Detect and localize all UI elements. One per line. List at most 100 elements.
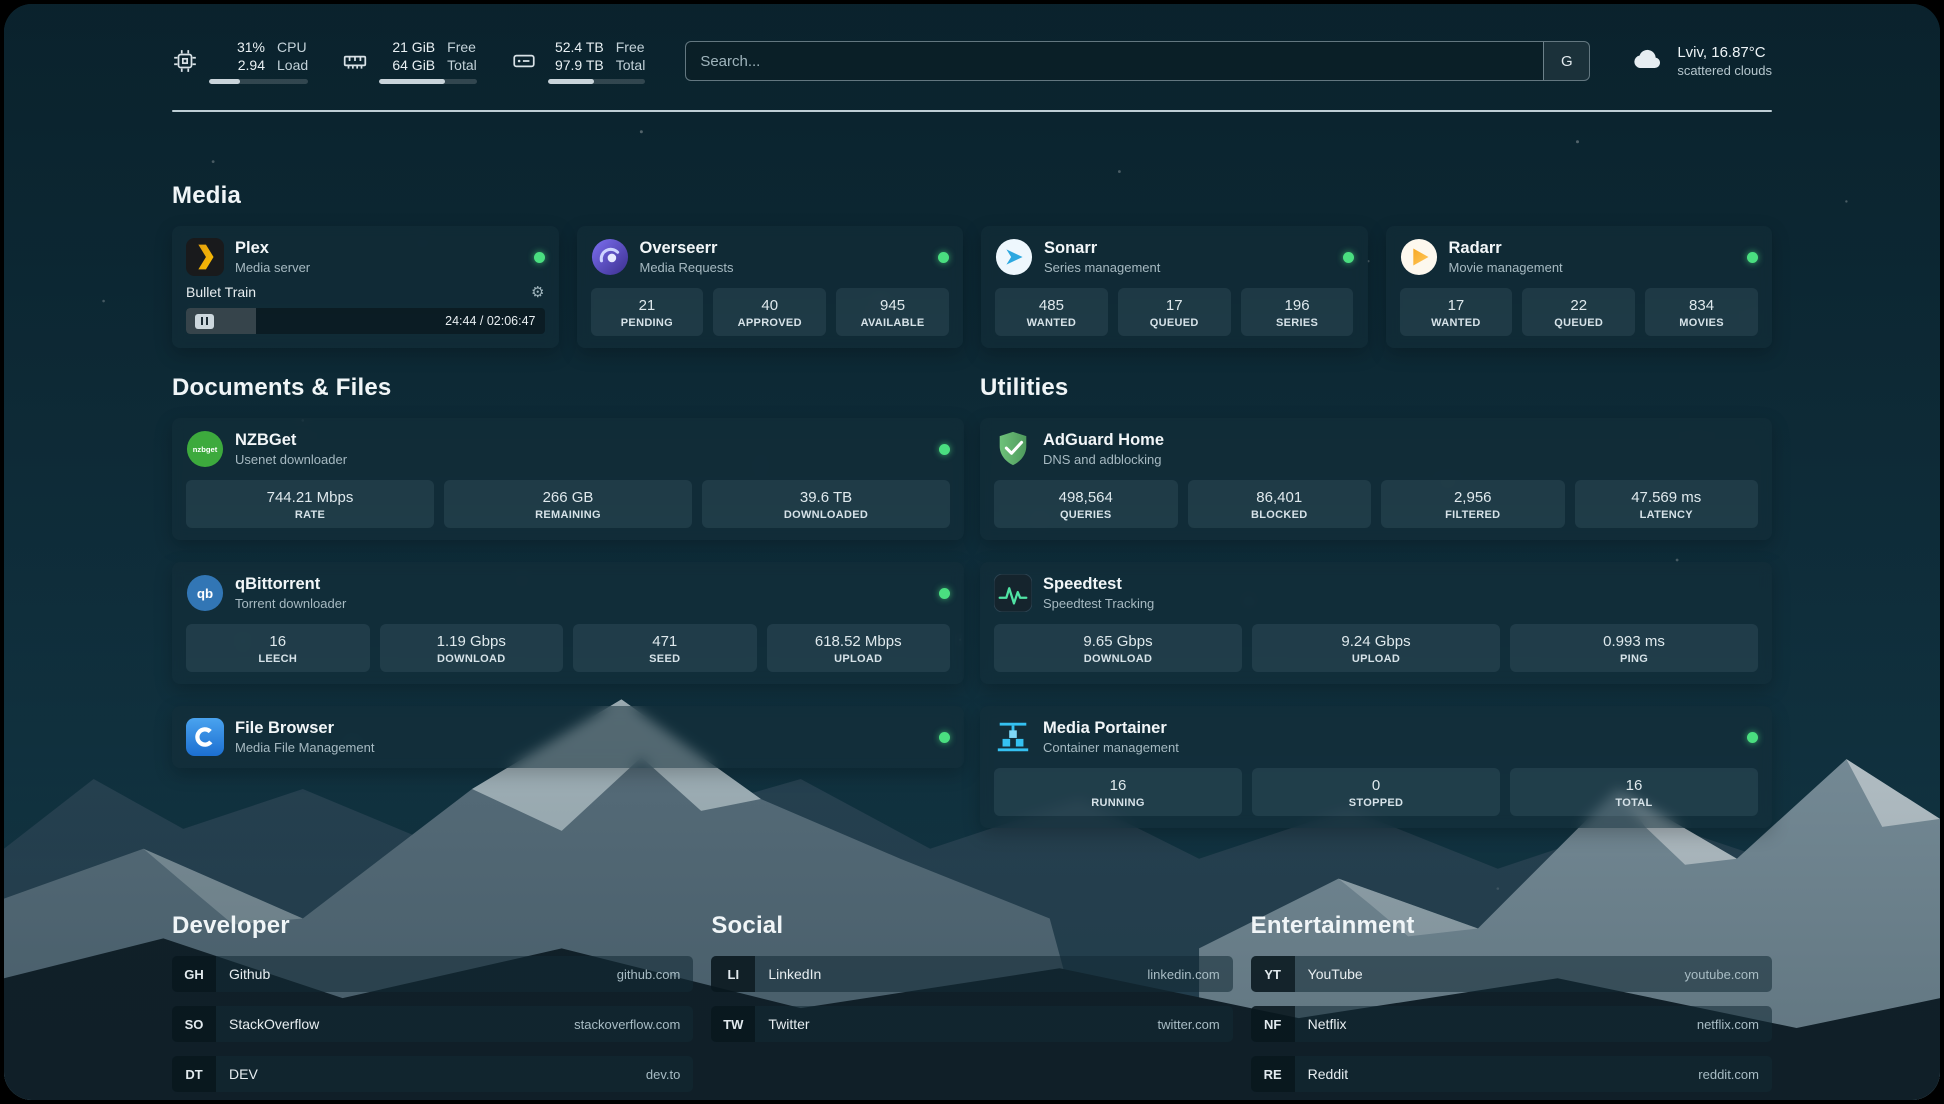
service-card-overseerr[interactable]: Overseerr Media Requests 21PENDING 40APP… [577,226,964,348]
stat-value: 22 [1526,296,1631,315]
memory-total: 64 GiB [379,56,435,74]
stat-label: QUEUED [1122,317,1227,329]
service-card-qbittorrent[interactable]: qb qBittorrent Torrent downloader 16LEEC… [172,562,964,684]
service-card-speedtest[interactable]: Speedtest Speedtest Tracking 9.65 GbpsDO… [980,562,1772,684]
nzbget-icon: nzbget [186,430,224,468]
service-subtitle: Container management [1043,739,1179,756]
cpu-progress-track [209,79,308,84]
bookmark-name: Twitter [768,1016,809,1032]
service-name: File Browser [235,718,374,739]
stat-label: UPLOAD [1256,653,1496,665]
bookmark-youtube[interactable]: YT YouTube youtube.com [1251,956,1772,992]
bookmark-twitter[interactable]: TW Twitter twitter.com [711,1006,1232,1042]
stat-box: 618.52 MbpsUPLOAD [767,624,951,672]
sonarr-status-dot [1343,252,1354,263]
plex-progress-bar[interactable]: 24:44 / 02:06:47 [186,308,545,334]
bookmarks-title-developer: Developer [172,912,693,940]
section-title-media: Media [172,182,1772,210]
service-name: NZBGet [235,430,347,451]
stat-box: 21PENDING [591,288,704,336]
speedtest-icon [994,574,1032,612]
stat-label: REMAINING [448,509,688,521]
cpu-progress-fill [209,79,240,84]
stat-value: 471 [577,632,753,651]
service-card-filebrowser[interactable]: File Browser Media File Management [172,706,964,768]
stat-value: 196 [1245,296,1350,315]
sonarr-icon [995,238,1033,276]
bookmark-domain: netflix.com [1697,1017,1759,1032]
cpu-load-label: Load [277,56,308,74]
stat-value: 0.993 ms [1514,632,1754,651]
service-subtitle: Usenet downloader [235,451,347,468]
service-subtitle: Torrent downloader [235,595,346,612]
service-name: Speedtest [1043,574,1154,595]
bookmark-netflix[interactable]: NF Netflix netflix.com [1251,1006,1772,1042]
stat-value: 86,401 [1192,488,1368,507]
service-subtitle: Media server [235,259,310,276]
memory-total-label: Total [447,56,477,74]
service-card-adguard[interactable]: AdGuard Home DNS and adblocking 498,564Q… [980,418,1772,540]
stat-box: 40APPROVED [713,288,826,336]
stat-label: STOPPED [1256,797,1496,809]
stat-label: LEECH [190,653,366,665]
bookmark-github[interactable]: GH Github github.com [172,956,693,992]
dev-abbr-icon: DT [172,1056,216,1092]
bookmark-linkedin[interactable]: LI LinkedIn linkedin.com [711,956,1232,992]
portainer-icon [994,718,1032,756]
cpu-widget: 31%CPU 2.94Load [172,38,308,84]
stat-box: 17WANTED [1400,288,1513,336]
stat-value: 2,956 [1385,488,1561,507]
portainer-status-dot [1747,732,1758,743]
stat-box: 22QUEUED [1522,288,1635,336]
stat-box: 9.24 GbpsUPLOAD [1252,624,1500,672]
bookmark-stackoverflow[interactable]: SO StackOverflow stackoverflow.com [172,1006,693,1042]
stat-value: 1.19 Gbps [384,632,560,651]
stat-label: AVAILABLE [840,317,945,329]
service-card-plex[interactable]: Plex Media server Bullet Train ⚙ 24:44 /… [172,226,559,348]
search-engine-button[interactable]: G [1543,42,1589,80]
documents-column: Documents & Files nzbget NZBGet Usenet d [172,374,964,790]
stat-box: 834MOVIES [1645,288,1758,336]
twitter-abbr-icon: TW [711,1006,755,1042]
service-card-portainer[interactable]: Media Portainer Container management 16R… [980,706,1772,828]
service-subtitle: Series management [1044,259,1160,276]
bookmarks-social: Social LI LinkedIn linkedin.com TW Twitt… [711,912,1232,1100]
cpu-load: 2.94 [209,56,265,74]
stat-box: 39.6 TBDOWNLOADED [702,480,950,528]
stat-box: 2,956FILTERED [1381,480,1565,528]
stat-label: WANTED [999,317,1104,329]
stat-box: 0.993 ms PING [1510,624,1758,672]
memory-progress-fill [379,79,444,84]
disk-total: 97.9 TB [548,56,604,74]
stat-label: PING [1514,653,1754,665]
gear-icon[interactable]: ⚙ [531,285,544,300]
reddit-abbr-icon: RE [1251,1056,1295,1092]
stat-label: TOTAL [1514,797,1754,809]
memory-progress-track [379,79,477,84]
stat-value: 47.569 ms [1579,488,1755,507]
stat-box: 498,564QUERIES [994,480,1178,528]
weather-widget: Lviv, 16.87°C scattered clouds [1630,41,1772,82]
service-card-radarr[interactable]: Radarr Movie management 17WANTED 22QUEUE… [1386,226,1773,348]
bookmark-name: Reddit [1308,1066,1348,1082]
bookmarks-entertainment: Entertainment YT YouTube youtube.com NF … [1251,912,1772,1100]
bookmark-reddit[interactable]: RE Reddit reddit.com [1251,1056,1772,1092]
bookmark-domain: twitter.com [1158,1017,1220,1032]
bookmark-name: YouTube [1308,966,1363,982]
stat-label: DOWNLOAD [998,653,1238,665]
search-input[interactable] [686,42,1543,80]
disk-widget: 52.4 TBFree 97.9 TBTotal [511,38,646,84]
stat-value: 39.6 TB [706,488,946,507]
stat-value: 834 [1649,296,1754,315]
bookmark-dev[interactable]: DT DEV dev.to [172,1056,693,1092]
service-name: Sonarr [1044,238,1160,259]
disk-progress-fill [548,79,594,84]
service-card-sonarr[interactable]: Sonarr Series management 485WANTED 17QUE… [981,226,1368,348]
service-card-nzbget[interactable]: nzbget NZBGet Usenet downloader 744.21 M… [172,418,964,540]
topbar: 31%CPU 2.94Load 21 GiBFree 64 Gi [172,38,1772,84]
linkedin-abbr-icon: LI [711,956,755,992]
system-widgets: 31%CPU 2.94Load 21 GiBFree 64 Gi [172,38,645,84]
pause-icon[interactable] [195,314,214,329]
disk-free-label: Free [616,38,645,56]
stat-box: 86,401BLOCKED [1188,480,1372,528]
